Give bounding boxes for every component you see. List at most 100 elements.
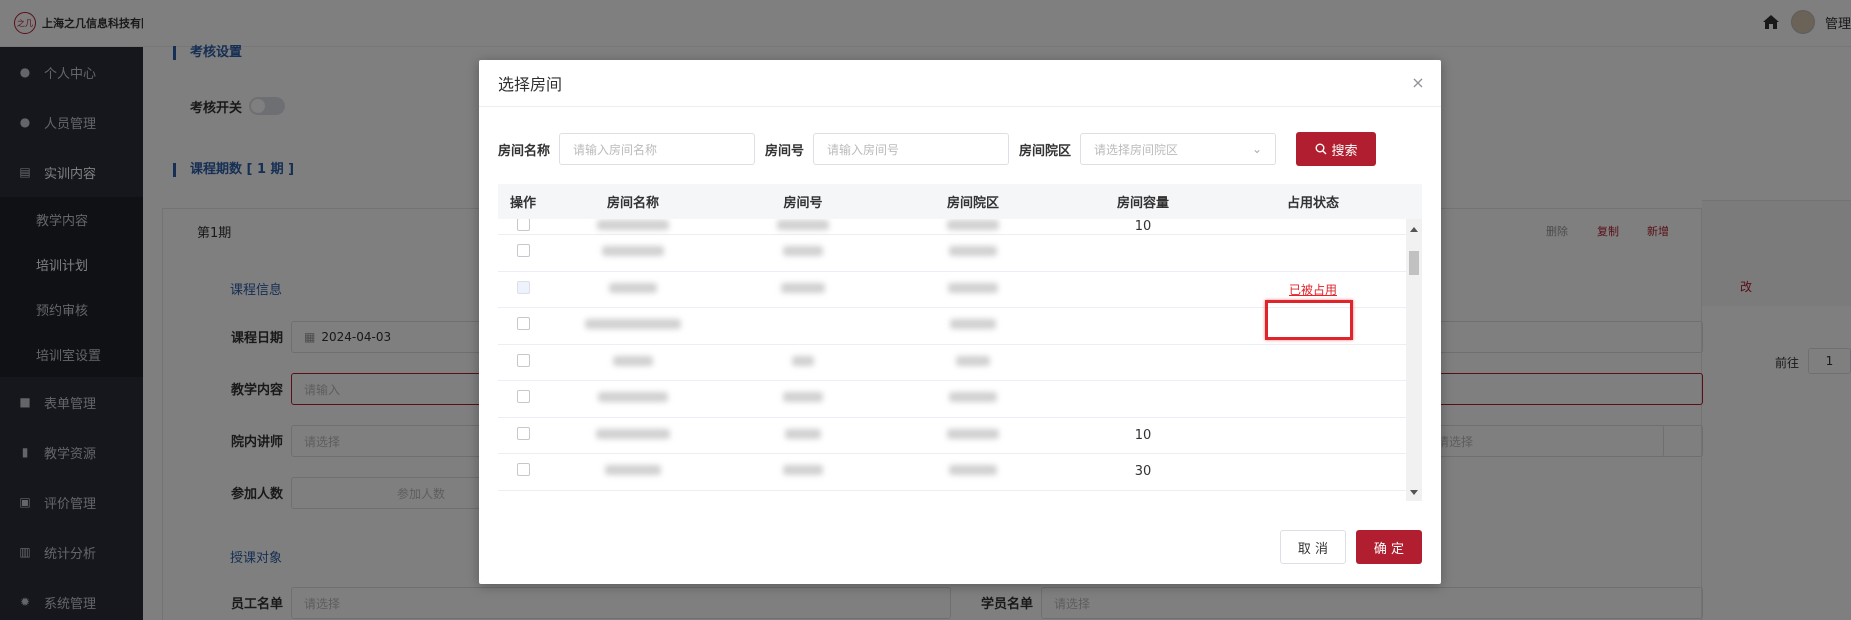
row-checkbox[interactable] (516, 219, 530, 231)
campus-cell (888, 355, 1058, 370)
chevron-down-icon: ⌄ (1251, 142, 1263, 156)
row-checkbox[interactable] (516, 426, 530, 440)
campus-label: 房间院区 (1019, 143, 1072, 159)
room-name-cell (548, 391, 718, 406)
table-row[interactable] (498, 345, 1406, 381)
room-name-cell (548, 355, 718, 370)
row-checkbox[interactable] (516, 244, 530, 258)
row-checkbox[interactable] (516, 280, 530, 294)
row-checkbox[interactable] (516, 317, 530, 331)
blurred-room-no (792, 355, 814, 366)
row-select-cell (498, 244, 548, 261)
blurred-campus (948, 282, 998, 293)
scroll-thumb[interactable] (1409, 251, 1419, 275)
campus-select[interactable]: 请选择房间院区 ⌄ (1080, 133, 1277, 165)
blurred-campus (956, 355, 990, 366)
blurred-room-no (781, 282, 825, 293)
room-no-cell (718, 355, 888, 370)
confirm-button[interactable]: 确 定 (1356, 530, 1422, 564)
room-name-cell (548, 318, 718, 333)
scroll-up-icon[interactable] (1410, 227, 1418, 232)
room-table: 操作 房间名称 房间号 房间院区 房间容量 占用状态 10 已被占用 10 30 (498, 184, 1422, 556)
blurred-room-name (609, 282, 657, 293)
status-cell: 已被占用 (1228, 281, 1398, 298)
room-no-input[interactable]: 请输入房间号 (813, 133, 1010, 165)
table-body: 10 已被占用 10 30 (498, 219, 1406, 501)
blurred-room-name (605, 465, 661, 476)
scroll-down-icon[interactable] (1410, 490, 1418, 495)
campus-cell (888, 318, 1058, 333)
campus-placeholder: 请选择房间院区 (1094, 142, 1179, 157)
search-button-label: 搜索 (1331, 143, 1358, 159)
room-no-placeholder: 请输入房间号 (827, 142, 900, 157)
room-name-cell (548, 245, 718, 260)
col-capacity: 房间容量 (1116, 196, 1169, 211)
blurred-room-name (602, 246, 664, 257)
table-row[interactable]: 10 (498, 418, 1406, 454)
dialog-footer: 取 消 确 定 (1280, 530, 1422, 564)
campus-cell (888, 391, 1058, 406)
room-no-cell (718, 428, 888, 443)
cancel-button[interactable]: 取 消 (1280, 530, 1346, 564)
blurred-campus (949, 392, 997, 403)
dialog-header: 选择房间 (479, 60, 1441, 107)
room-no-cell (718, 282, 888, 297)
blurred-room-name (597, 220, 669, 230)
row-select-cell (498, 463, 548, 480)
search-icon (1315, 143, 1327, 155)
room-name-input[interactable]: 请输入房间名称 (559, 133, 756, 165)
row-select-cell (498, 353, 548, 371)
table-row[interactable]: 10 (498, 219, 1406, 235)
table-header: 操作 房间名称 房间号 房间院区 房间容量 占用状态 (498, 184, 1422, 219)
table-scrollbar[interactable] (1406, 219, 1422, 501)
blurred-room-no (783, 465, 823, 476)
blurred-campus (950, 319, 996, 330)
room-no-cell (718, 391, 888, 406)
capacity-cell: 30 (1134, 464, 1152, 480)
blurred-campus (949, 465, 997, 476)
row-select-cell (498, 219, 548, 235)
campus-cell (888, 464, 1058, 479)
blurred-room-no (785, 428, 821, 439)
table-row[interactable] (498, 381, 1406, 418)
campus-cell (888, 219, 1058, 234)
blurred-campus (949, 246, 997, 257)
search-button[interactable]: 搜索 (1296, 132, 1377, 166)
room-name-cell (548, 219, 718, 234)
campus-cell (888, 428, 1058, 443)
row-checkbox[interactable] (516, 353, 530, 367)
capacity-cell: 10 (1134, 219, 1152, 234)
blurred-campus (947, 220, 999, 230)
row-select-cell (498, 317, 548, 334)
row-select-cell (498, 426, 548, 444)
col-room-no: 房间号 (783, 196, 823, 211)
blurred-room-no (783, 246, 823, 257)
col-action: 操作 (509, 196, 536, 211)
col-room-name: 房间名称 (606, 196, 659, 211)
blurred-room-name (598, 392, 668, 403)
col-campus: 房间院区 (946, 196, 999, 211)
row-select-cell (498, 280, 548, 298)
blurred-room-no (783, 392, 823, 403)
blurred-room-no (777, 220, 829, 230)
table-row[interactable] (498, 235, 1406, 272)
row-checkbox[interactable] (516, 390, 530, 404)
room-name-cell (548, 428, 718, 443)
blurred-room-name (585, 319, 681, 330)
highlight-box (1265, 300, 1353, 340)
row-checkbox[interactable] (516, 463, 530, 477)
room-name-placeholder: 请输入房间名称 (573, 142, 658, 157)
table-row[interactable]: 30 (498, 454, 1406, 491)
col-status: 占用状态 (1286, 196, 1339, 211)
room-name-cell (548, 464, 718, 479)
close-icon[interactable]: × (1411, 75, 1425, 91)
select-room-dialog: 选择房间 × 房间名称 请输入房间名称 房间号 请输入房间号 房间院区 请选择房… (479, 60, 1441, 584)
capacity-cell: 10 (1134, 427, 1152, 443)
room-name-label: 房间名称 (498, 143, 551, 159)
occupied-status: 已被占用 (1288, 282, 1337, 297)
filter-row: 房间名称 请输入房间名称 房间号 请输入房间号 房间院区 请选择房间院区 ⌄ 搜索 (498, 132, 1377, 166)
blurred-room-name (613, 355, 653, 366)
blurred-room-name (596, 428, 670, 439)
room-no-cell (718, 219, 888, 234)
row-select-cell (498, 390, 548, 407)
